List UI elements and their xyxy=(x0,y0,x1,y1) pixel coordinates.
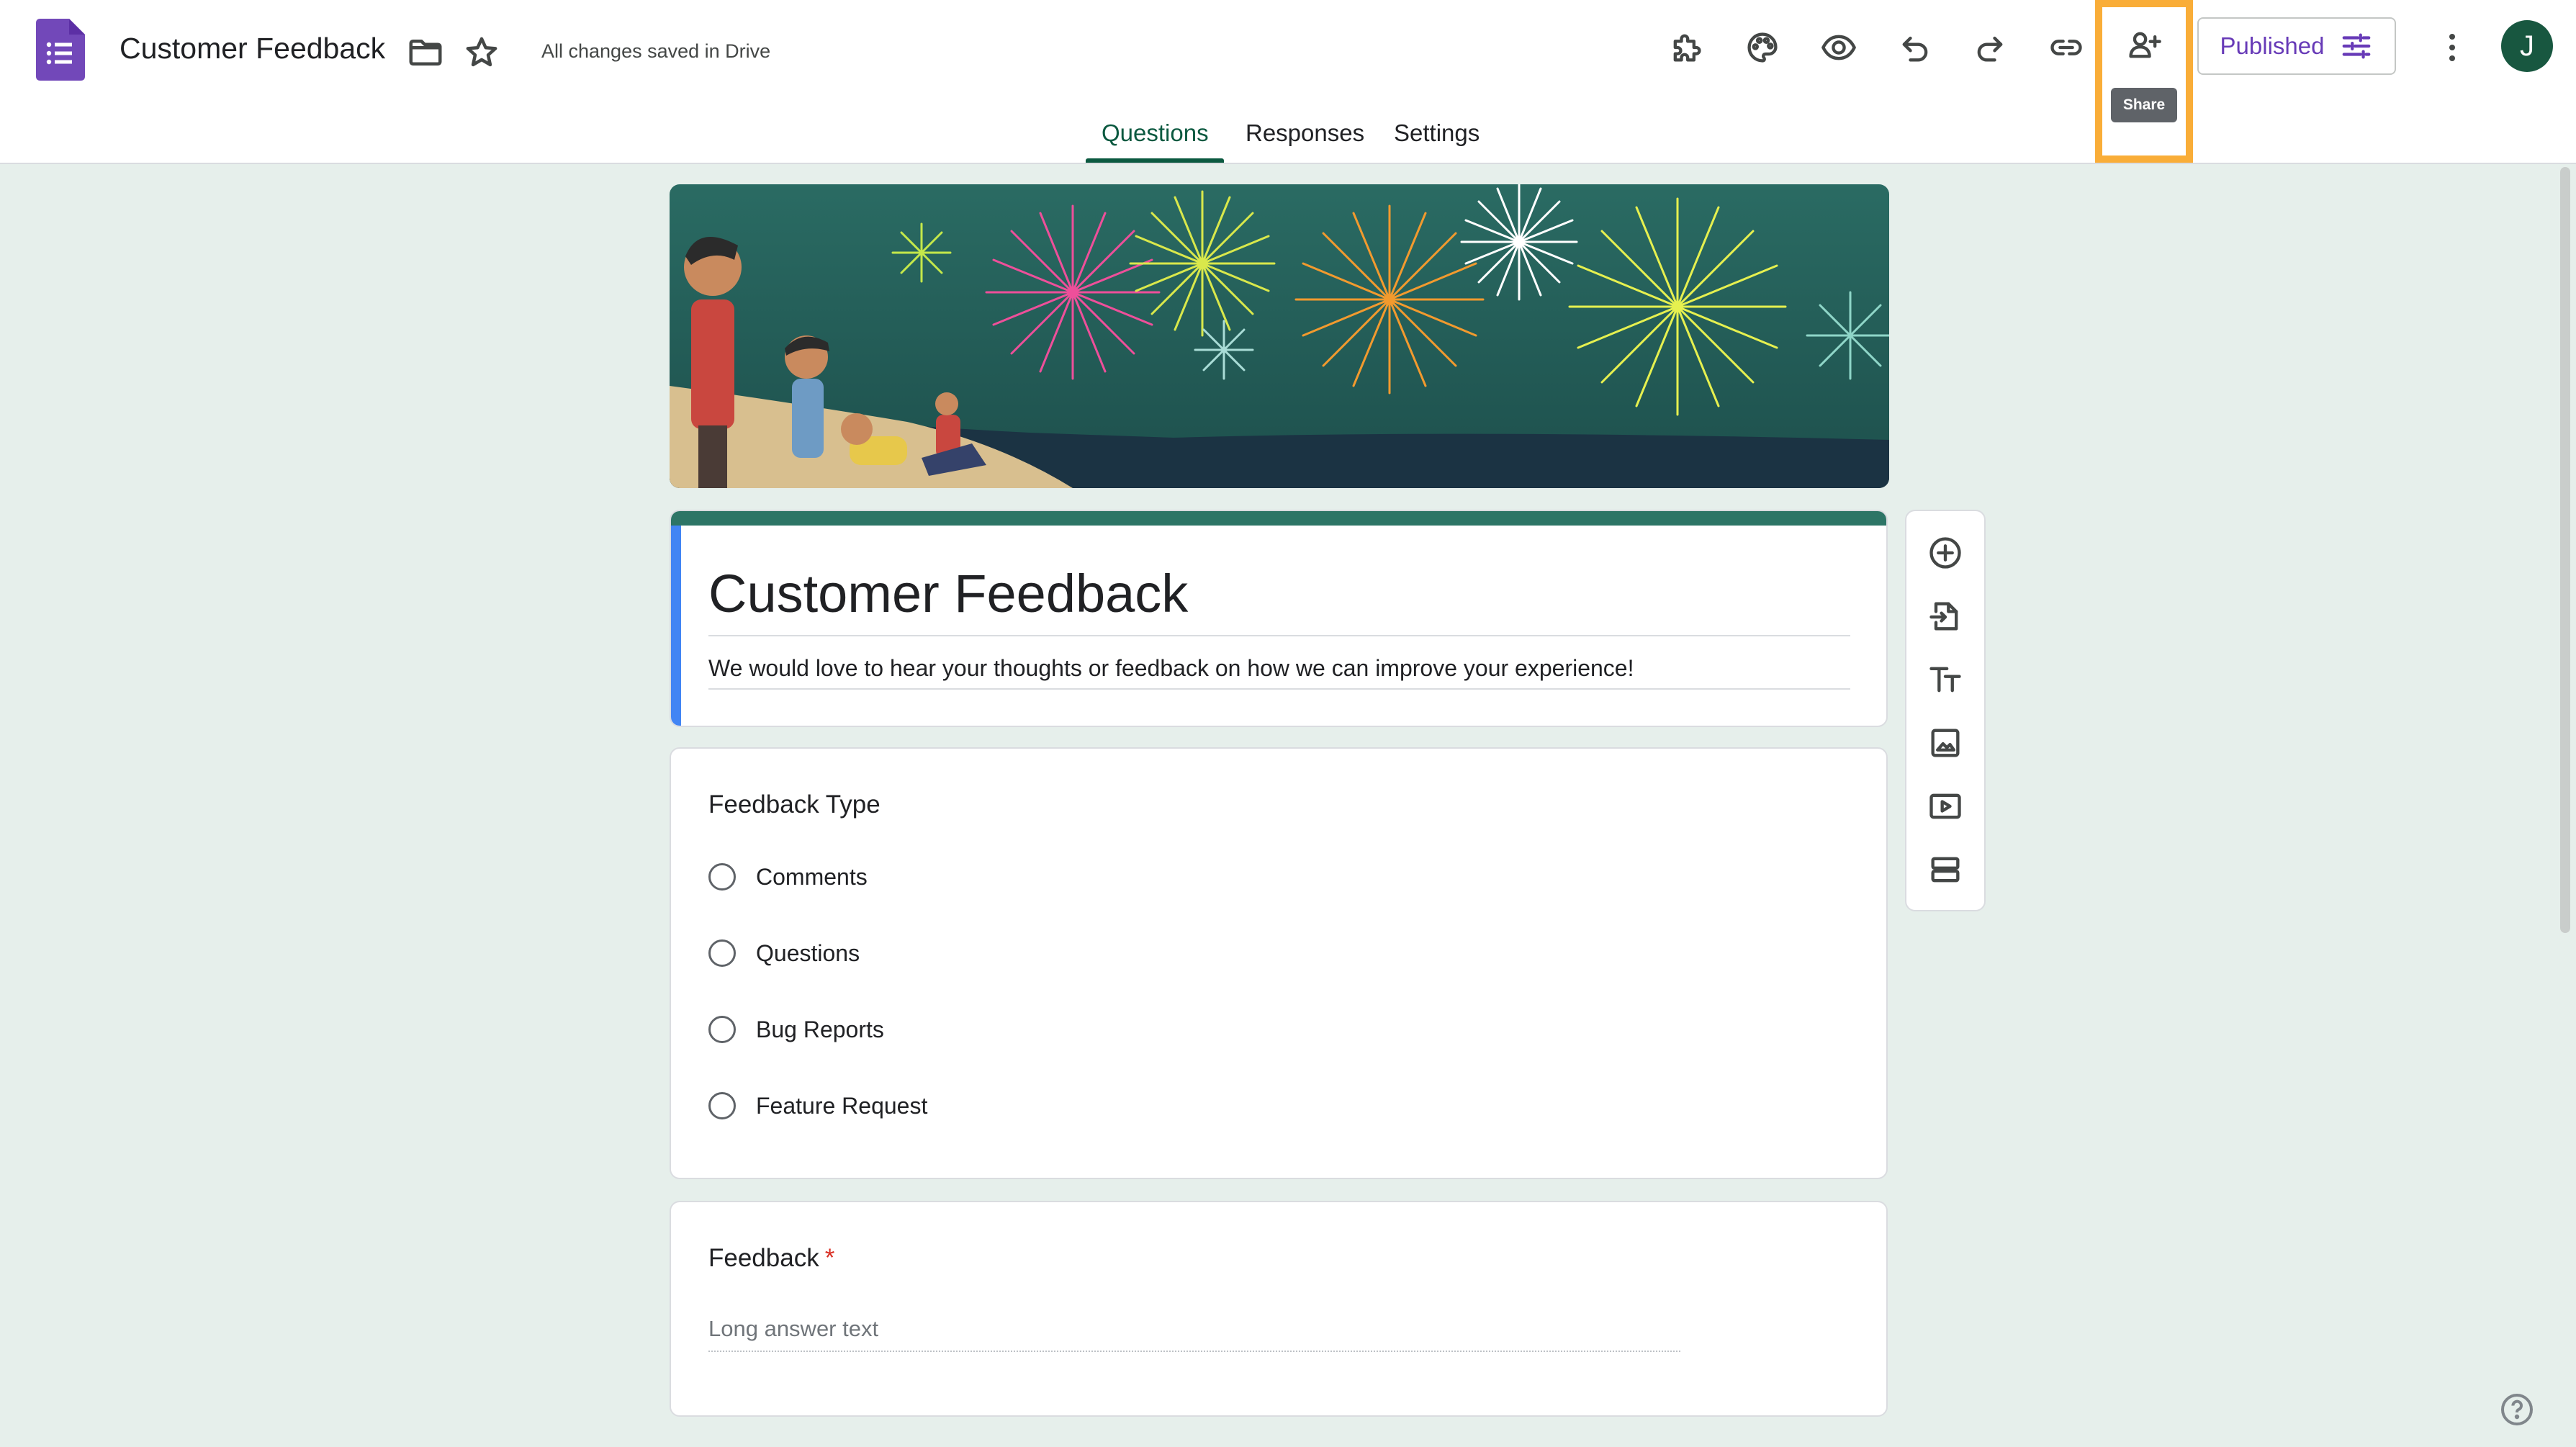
floating-side-toolbar xyxy=(1905,510,1986,911)
radio-option[interactable]: Questions xyxy=(708,936,860,970)
forms-logo-icon[interactable] xyxy=(36,19,85,81)
theme-color-bar xyxy=(671,511,1886,526)
document-title[interactable]: Customer Feedback xyxy=(120,32,385,66)
tab-questions[interactable]: Questions xyxy=(1102,120,1209,147)
radio-button[interactable] xyxy=(708,863,736,891)
form-title-card[interactable]: Customer Feedback We would love to hear … xyxy=(670,510,1888,727)
preview-eye-icon[interactable] xyxy=(1813,22,1865,73)
page-scrollbar[interactable] xyxy=(2560,167,2570,933)
move-to-folder-icon[interactable] xyxy=(405,32,446,73)
add-image-icon[interactable] xyxy=(1922,720,1968,766)
question-card-feedback[interactable]: Feedback * Long answer text xyxy=(670,1201,1888,1417)
long-answer-placeholder: Long answer text xyxy=(708,1316,879,1341)
app-header: Customer Feedback All changes saved in D… xyxy=(0,0,2576,164)
option-label: Questions xyxy=(756,939,860,966)
tune-sliders-icon xyxy=(2343,33,2371,59)
question-title-text: Feedback xyxy=(708,1244,819,1272)
option-label: Bug Reports xyxy=(756,1016,884,1042)
published-button[interactable]: Published xyxy=(2197,17,2396,75)
question-title: Feedback * xyxy=(708,1244,834,1273)
link-icon[interactable] xyxy=(2040,22,2092,73)
question-title: Feedback Type xyxy=(708,790,881,819)
import-questions-icon[interactable] xyxy=(1922,593,1968,639)
more-options-icon[interactable] xyxy=(2428,22,2477,73)
option-label: Comments xyxy=(756,863,868,890)
help-icon[interactable] xyxy=(2500,1392,2534,1427)
redo-icon[interactable] xyxy=(1964,22,2016,73)
undo-icon[interactable] xyxy=(1889,22,1941,73)
radio-button[interactable] xyxy=(708,1016,736,1043)
radio-option[interactable]: Bug Reports xyxy=(708,1012,884,1047)
form-description[interactable]: We would love to hear your thoughts or f… xyxy=(708,655,1634,682)
option-label: Feature Request xyxy=(756,1092,928,1119)
active-card-indicator xyxy=(671,526,681,726)
radio-option[interactable]: Comments xyxy=(708,860,868,894)
title-underline xyxy=(708,635,1850,636)
add-ons-icon[interactable] xyxy=(1660,22,1712,73)
answer-underline xyxy=(708,1351,1680,1352)
share-tooltip: Share xyxy=(2111,88,2177,122)
active-tab-indicator xyxy=(1086,158,1224,163)
add-question-icon[interactable] xyxy=(1922,530,1968,576)
radio-option[interactable]: Feature Request xyxy=(708,1088,927,1123)
add-video-icon[interactable] xyxy=(1922,783,1968,829)
save-status: All changes saved in Drive xyxy=(541,40,771,62)
form-title[interactable]: Customer Feedback xyxy=(708,563,1188,624)
add-title-icon[interactable] xyxy=(1922,657,1968,703)
description-underline xyxy=(708,688,1850,690)
add-section-icon[interactable] xyxy=(1922,847,1968,893)
share-person-add-icon[interactable] xyxy=(2118,19,2170,71)
published-label: Published xyxy=(2220,32,2325,59)
star-icon[interactable] xyxy=(461,32,503,73)
radio-button[interactable] xyxy=(708,939,736,967)
user-avatar[interactable]: J xyxy=(2501,20,2553,72)
header-banner-image xyxy=(670,184,1889,488)
palette-icon[interactable] xyxy=(1737,22,1788,73)
question-card-feedback-type[interactable]: Feedback Type Comments Questions Bug Rep… xyxy=(670,747,1888,1179)
required-asterisk: * xyxy=(824,1244,835,1272)
tab-settings[interactable]: Settings xyxy=(1394,120,1480,147)
radio-button[interactable] xyxy=(708,1092,736,1119)
tab-responses[interactable]: Responses xyxy=(1246,120,1364,147)
